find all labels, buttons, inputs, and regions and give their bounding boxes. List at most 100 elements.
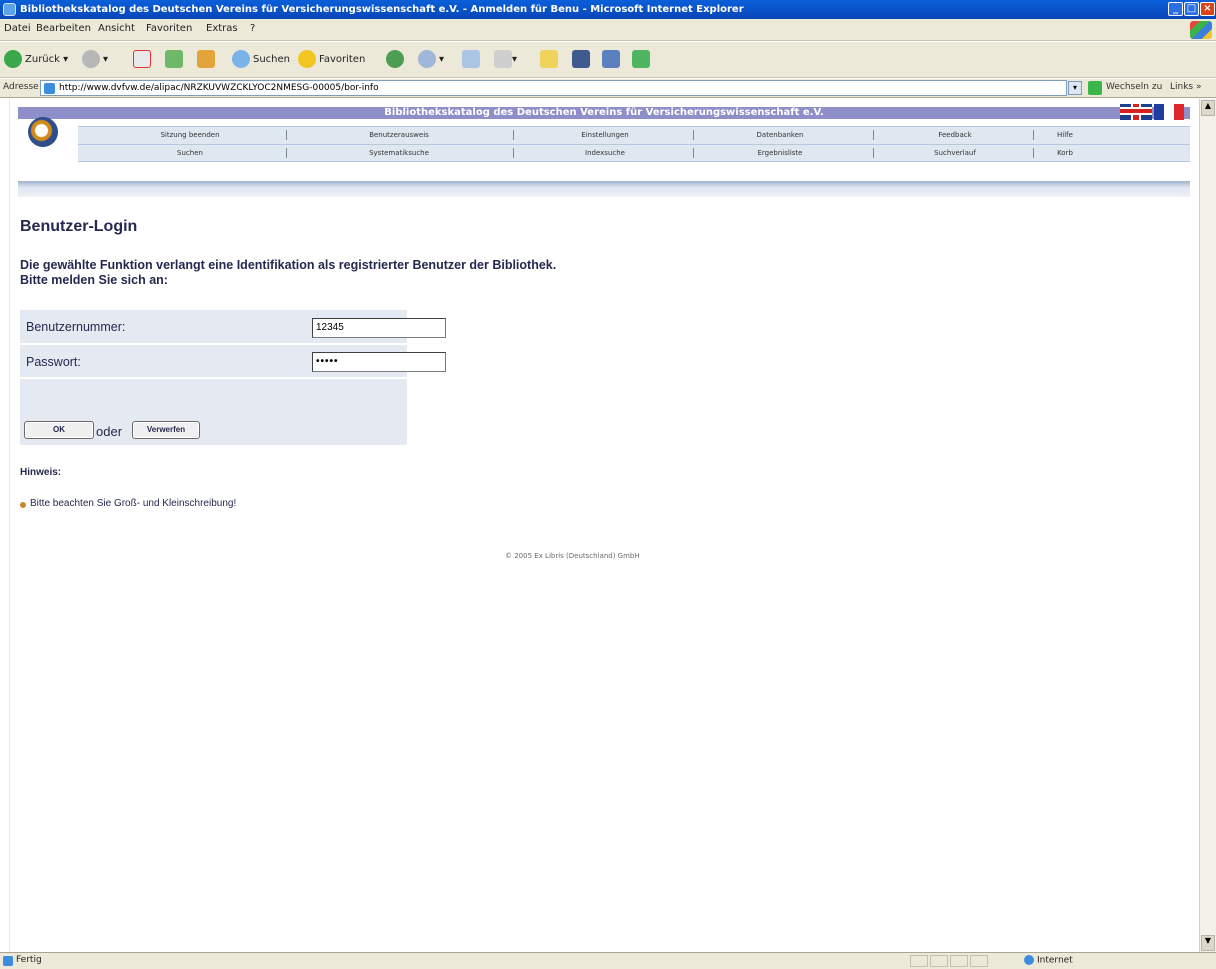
minimize-button[interactable]: _ xyxy=(1168,2,1183,16)
go-button[interactable]: Wechseln zu xyxy=(1106,82,1162,92)
messenger-button[interactable] xyxy=(632,49,650,71)
page-status-icon xyxy=(3,956,13,966)
status-bar: Fertig Internet xyxy=(0,952,1216,969)
nav-indexsuche[interactable]: Indexsuche xyxy=(570,149,640,157)
nav-separator xyxy=(286,130,287,140)
windows-logo-icon xyxy=(1190,21,1212,39)
nav-separator xyxy=(873,148,874,158)
nav-einstellungen[interactable]: Einstellungen xyxy=(570,131,640,139)
nav-separator xyxy=(693,148,694,158)
status-cell xyxy=(970,955,988,967)
home-icon xyxy=(197,50,215,68)
menu-bearbeiten[interactable]: Bearbeiten xyxy=(36,23,91,34)
k-icon xyxy=(572,50,590,68)
toolbar: Zurück ▾ ▾ Suchen Favoriten ▾ ▾ xyxy=(0,42,1216,78)
home-button[interactable] xyxy=(197,49,215,71)
nav-separator xyxy=(513,148,514,158)
mail-icon xyxy=(462,50,480,68)
status-cell xyxy=(950,955,968,967)
refresh-button[interactable] xyxy=(165,49,183,71)
nav-separator xyxy=(1033,130,1034,140)
security-zone: Internet xyxy=(1024,955,1073,966)
login-message-line2: Bitte melden Sie sich an: xyxy=(20,273,168,287)
reset-button[interactable]: Verwerfen xyxy=(132,421,200,439)
nav-suchverlauf[interactable]: Suchverlauf xyxy=(925,149,985,157)
login-message: Die gewählte Funktion verlangt eine Iden… xyxy=(20,258,720,288)
address-input[interactable]: http://www.dvfvw.de/alipac/NRZKUVWZCKLYO… xyxy=(40,80,1067,96)
print-button[interactable]: ▾ xyxy=(494,49,517,71)
close-button[interactable]: × xyxy=(1200,2,1215,16)
discuss-icon xyxy=(602,50,620,68)
history-button[interactable]: ▾ xyxy=(418,49,444,71)
login-message-line1: Die gewählte Funktion verlangt eine Iden… xyxy=(20,258,557,272)
back-button[interactable]: Zurück ▾ xyxy=(4,49,68,71)
nav-benutzerausweis[interactable]: Benutzerausweis xyxy=(354,131,444,139)
history-icon xyxy=(418,50,436,68)
nav-korb[interactable]: Korb xyxy=(1050,149,1080,157)
row-divider xyxy=(20,343,407,345)
nav-separator xyxy=(513,130,514,140)
logo-icon xyxy=(28,117,58,147)
edit-button[interactable] xyxy=(540,49,558,71)
nav-suchen[interactable]: Suchen xyxy=(150,149,230,157)
search-button[interactable]: Suchen xyxy=(232,49,290,71)
address-label: Adresse xyxy=(3,82,39,92)
nav-systematiksuche[interactable]: Systematiksuche xyxy=(354,149,444,157)
status-cell xyxy=(930,955,948,967)
user-number-input[interactable]: 12345 xyxy=(312,318,446,338)
links-button[interactable]: Links » xyxy=(1170,82,1202,92)
stop-icon xyxy=(133,50,151,68)
scroll-up-icon[interactable]: ▲ xyxy=(1201,100,1215,116)
password-input[interactable]: ••••• xyxy=(312,352,446,372)
search-label: Suchen xyxy=(253,54,291,65)
globe-icon xyxy=(1024,955,1034,965)
content-band xyxy=(18,181,1190,197)
nav-ergebnisliste[interactable]: Ergebnisliste xyxy=(745,149,815,157)
media-button[interactable] xyxy=(386,49,407,71)
user-number-label: Benutzernummer: xyxy=(26,320,126,334)
menu-datei[interactable]: Datei xyxy=(4,23,31,34)
print-icon xyxy=(494,50,512,68)
back-label: Zurück xyxy=(25,54,60,65)
forward-button[interactable]: ▾ xyxy=(82,49,108,71)
nav-sitzung-beenden[interactable]: Sitzung beenden xyxy=(150,131,230,139)
login-form: Benutzernummer: Passwort: 12345 ••••• OK… xyxy=(20,310,446,445)
favorites-button[interactable]: Favoriten xyxy=(298,49,365,71)
vertical-scrollbar[interactable]: ▲ ▼ xyxy=(1199,99,1216,952)
hint-title: Hinweis: xyxy=(20,467,62,478)
go-arrow-icon[interactable] xyxy=(1088,81,1102,95)
menu-extras[interactable]: Extras xyxy=(206,23,238,34)
refresh-icon xyxy=(165,50,183,68)
nav-divider xyxy=(78,144,1190,145)
ok-button[interactable]: OK xyxy=(24,421,94,439)
messenger-icon xyxy=(632,50,650,68)
nav-separator xyxy=(286,148,287,158)
folder-icon xyxy=(540,50,558,68)
address-dropdown-icon[interactable]: ▾ xyxy=(1068,81,1082,95)
k-button[interactable] xyxy=(572,49,590,71)
stop-button[interactable] xyxy=(133,49,151,71)
nav-datenbanken[interactable]: Datenbanken xyxy=(745,131,815,139)
nav-hilfe[interactable]: Hilfe xyxy=(1050,131,1080,139)
page-content xyxy=(10,99,1196,952)
maximize-button[interactable]: □ xyxy=(1184,2,1199,16)
discuss-button[interactable] xyxy=(602,49,620,71)
french-flag-icon[interactable] xyxy=(1154,104,1184,120)
english-flag-icon[interactable] xyxy=(1120,104,1152,120)
menu-help[interactable]: ? xyxy=(250,23,255,34)
back-arrow-icon xyxy=(4,50,22,68)
menu-bar: Datei Bearbeiten Ansicht Favoriten Extra… xyxy=(0,19,1216,41)
nav-separator xyxy=(1033,148,1034,158)
scroll-down-icon[interactable]: ▼ xyxy=(1201,935,1215,951)
mail-button[interactable] xyxy=(462,49,480,71)
window-title-bar: Bibliothekskatalog des Deutschen Vereins… xyxy=(0,0,1216,19)
search-icon xyxy=(232,50,250,68)
address-url: http://www.dvfvw.de/alipac/NRZKUVWZCKLYO… xyxy=(59,83,379,93)
library-logo xyxy=(22,115,70,149)
or-label: oder xyxy=(96,424,123,439)
favorites-label: Favoriten xyxy=(319,54,366,65)
menu-ansicht[interactable]: Ansicht xyxy=(98,23,135,34)
nav-separator xyxy=(873,130,874,140)
nav-feedback[interactable]: Feedback xyxy=(925,131,985,139)
menu-favoriten[interactable]: Favoriten xyxy=(146,23,192,34)
